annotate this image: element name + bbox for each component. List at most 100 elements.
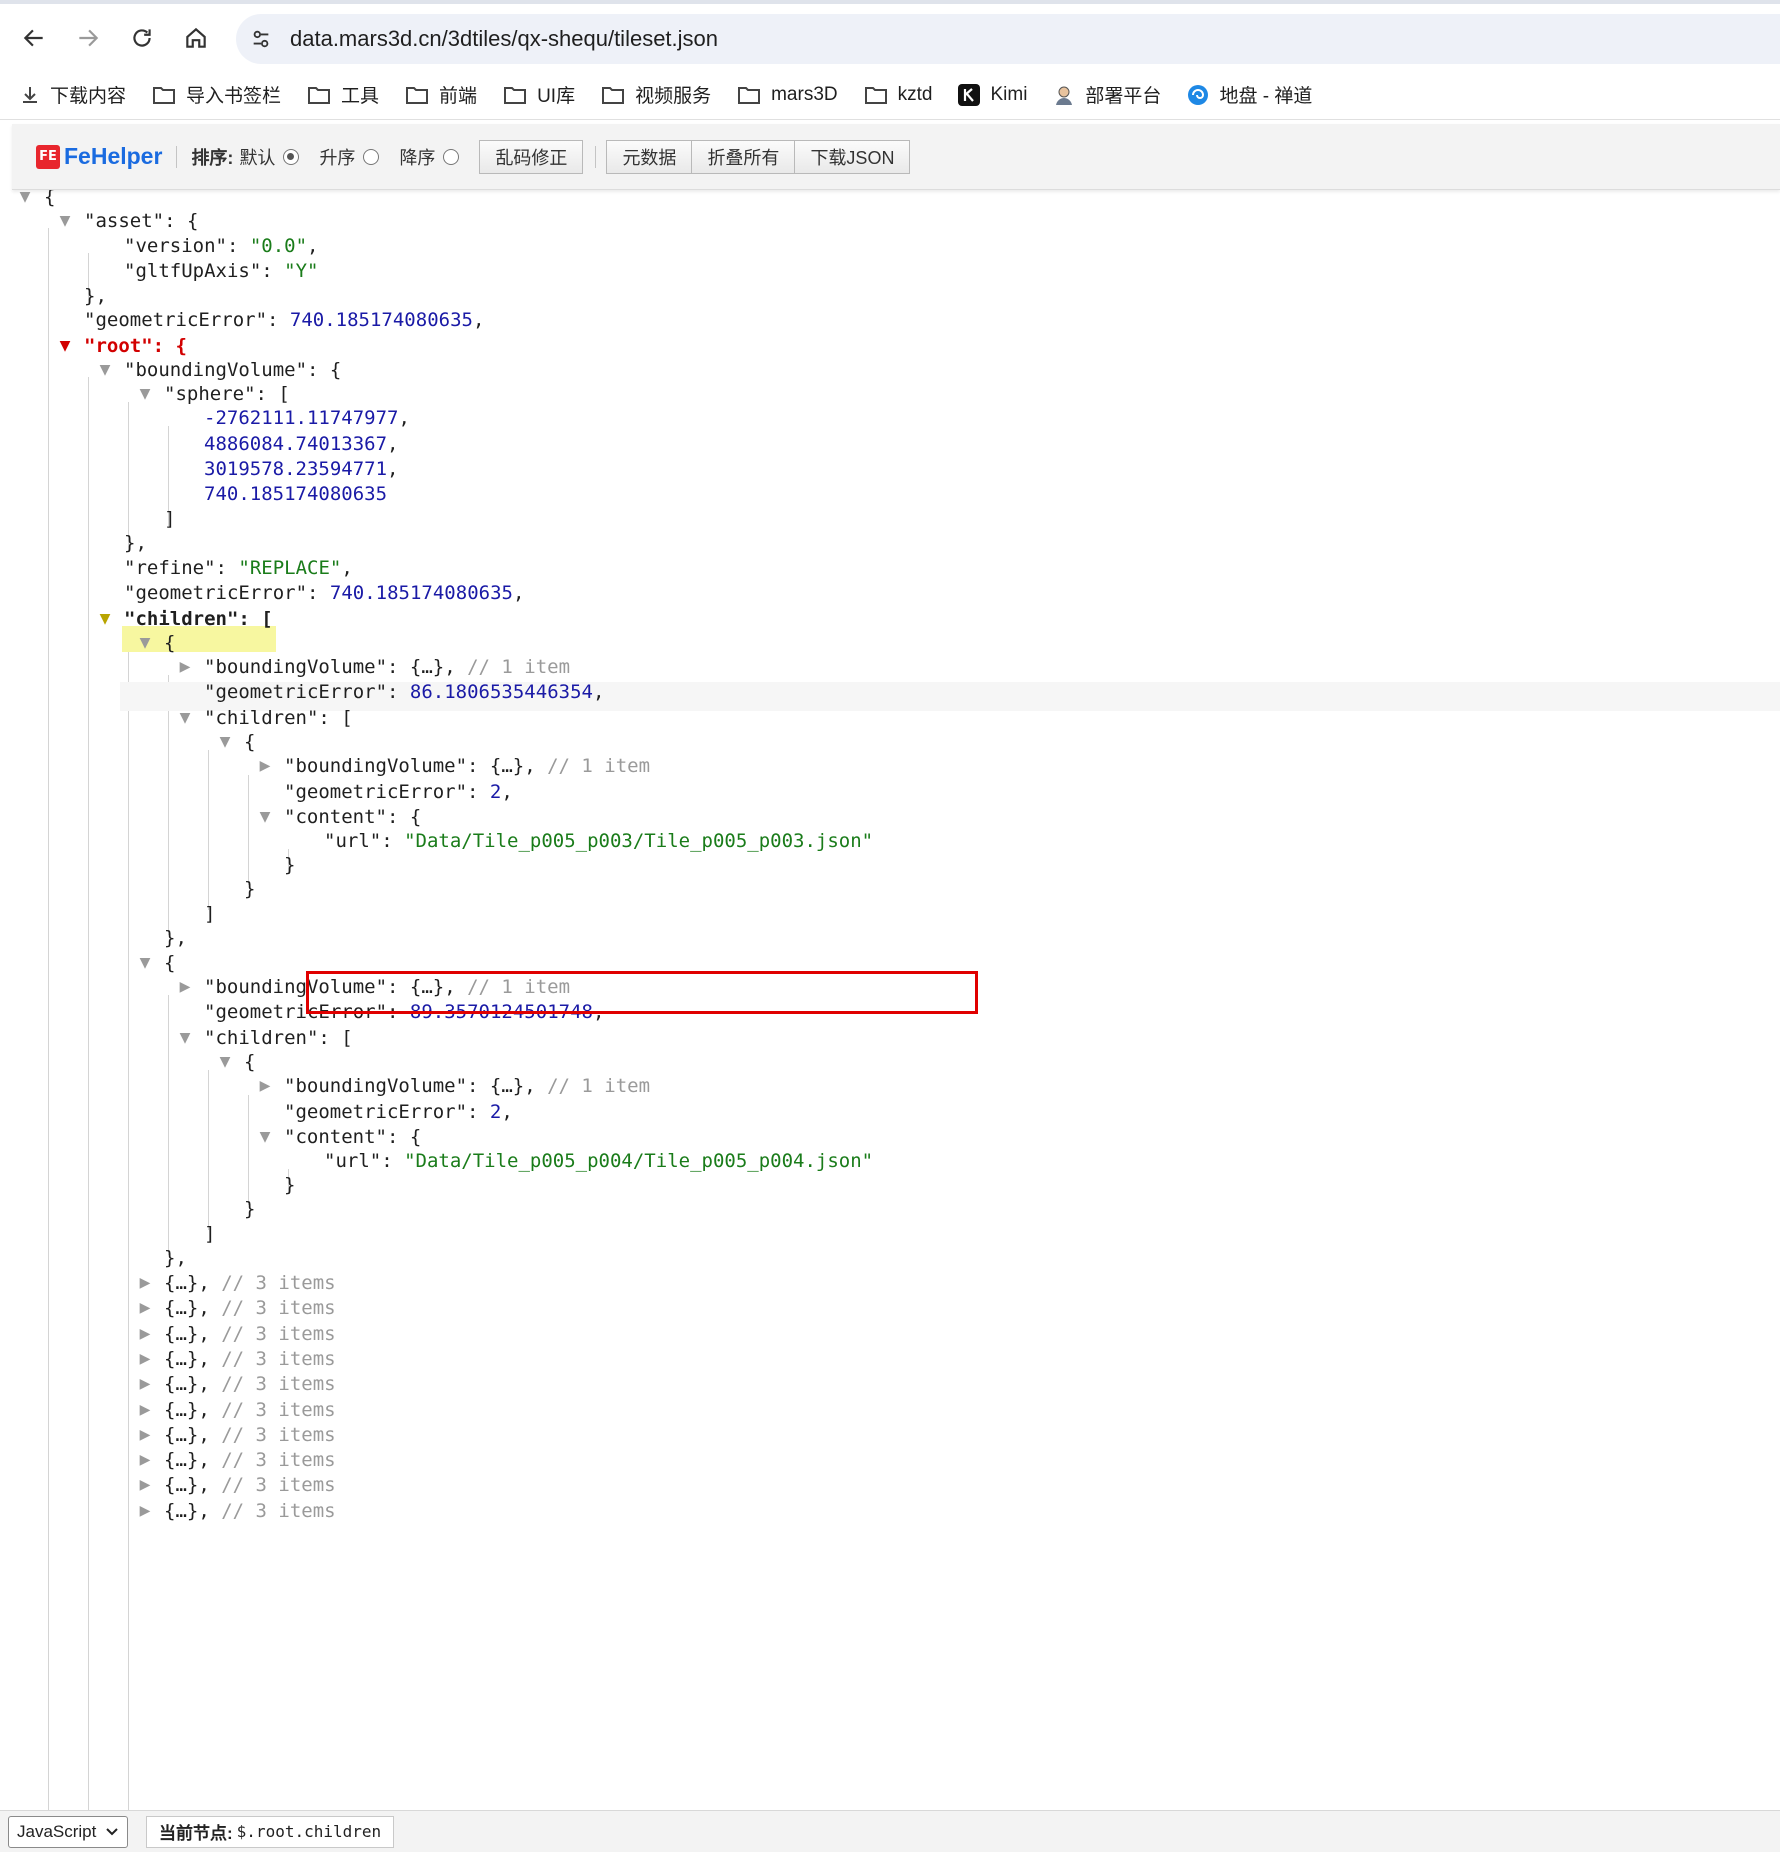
json-comment: // 3 items bbox=[221, 1297, 336, 1319]
collapse-toggle-icon[interactable]: ▼ bbox=[136, 380, 154, 409]
json-comment: // 3 items bbox=[221, 1272, 336, 1294]
address-url[interactable]: data.mars3d.cn/3dtiles/qx-shequ/tileset.… bbox=[290, 26, 718, 52]
collapse-toggle-icon[interactable]: ▼ bbox=[176, 704, 194, 733]
expand-toggle-icon[interactable]: ▶ bbox=[256, 1072, 274, 1101]
expand-toggle-icon[interactable]: ▶ bbox=[136, 1370, 154, 1399]
json-comment: // 3 items bbox=[221, 1500, 336, 1522]
json-number-value: 740.185174080635 bbox=[329, 582, 513, 604]
bookmark-video[interactable]: 视频服务 bbox=[601, 81, 711, 108]
collapse-toggle-icon[interactable]: ▼ bbox=[216, 1048, 234, 1077]
bookmark-kztd[interactable]: kztd bbox=[864, 84, 932, 106]
radio-unchecked-icon bbox=[443, 148, 460, 165]
bookmark-import[interactable]: 导入书签栏 bbox=[152, 81, 281, 108]
collapse-toggle-icon[interactable]: ▼ bbox=[96, 356, 114, 385]
address-bar[interactable]: data.mars3d.cn/3dtiles/qx-shequ/tileset.… bbox=[236, 14, 1780, 64]
indent-guide bbox=[208, 750, 209, 910]
bookmark-label: 前端 bbox=[439, 86, 478, 107]
bookmark-label: UI库 bbox=[537, 86, 576, 107]
json-line: "url": "Data/Tile_p005_p004/Tile_p005_p0… bbox=[324, 1150, 874, 1172]
bookmark-kimi[interactable]: Kimi bbox=[958, 83, 1027, 106]
expand-toggle-icon[interactable]: ▶ bbox=[136, 1294, 154, 1323]
bookmark-ui-lib[interactable]: UI库 bbox=[503, 81, 575, 108]
collapse-toggle-icon[interactable]: ▼ bbox=[16, 190, 34, 212]
json-line: } bbox=[244, 878, 256, 900]
indent-guide bbox=[88, 377, 89, 1810]
json-comment: // 1 item bbox=[547, 755, 651, 777]
expand-toggle-icon[interactable]: ▶ bbox=[136, 1471, 154, 1500]
sort-desc-radio[interactable]: 降序 bbox=[399, 144, 460, 170]
bookmark-deploy[interactable]: 部署平台 bbox=[1053, 81, 1161, 108]
home-button[interactable] bbox=[176, 18, 216, 58]
bookmark-downloads[interactable]: 下载内容 bbox=[20, 81, 126, 108]
collapse-toggle-icon[interactable]: ▼ bbox=[136, 949, 154, 978]
json-comment: // 3 items bbox=[221, 1449, 336, 1471]
json-number-value: 2 bbox=[489, 1101, 502, 1123]
site-info-icon[interactable] bbox=[236, 14, 286, 64]
folder-icon bbox=[307, 85, 331, 105]
fehelper-logo-name: FeHelper bbox=[64, 143, 163, 169]
collapse-toggle-icon[interactable]: ▼ bbox=[256, 803, 274, 832]
bookmark-label: 下载内容 bbox=[50, 86, 127, 107]
bookmark-tools[interactable]: 工具 bbox=[307, 81, 379, 108]
sort-desc-label: 降序 bbox=[399, 147, 436, 168]
json-line: -2762111.11747977, bbox=[204, 407, 410, 429]
collapse-toggle-icon[interactable]: ▼ bbox=[56, 207, 74, 236]
json-line: ] bbox=[164, 508, 176, 530]
json-line: ] bbox=[204, 903, 216, 925]
expand-toggle-icon[interactable]: ▶ bbox=[256, 752, 274, 781]
indent-guide bbox=[128, 650, 129, 1810]
metadata-button[interactable]: 元数据 bbox=[606, 139, 693, 174]
avatar-icon bbox=[1053, 84, 1075, 106]
folder-icon bbox=[503, 85, 527, 105]
reload-button[interactable] bbox=[122, 18, 162, 58]
collapse-toggle-icon[interactable]: ▼ bbox=[96, 605, 114, 634]
bookmark-mars3d[interactable]: mars3D bbox=[737, 84, 838, 106]
collapse-toggle-icon[interactable]: ▼ bbox=[256, 1123, 274, 1152]
sort-label: 排序: bbox=[191, 147, 234, 168]
collapsed-object-line[interactable]: {…}, // 3 items bbox=[164, 1370, 336, 1399]
collapse-toggle-icon[interactable]: ▼ bbox=[216, 728, 234, 757]
fix-encoding-button[interactable]: 乱码修正 bbox=[479, 139, 584, 174]
expand-toggle-icon[interactable]: ▶ bbox=[176, 973, 194, 1002]
fehelper-logo[interactable]: FE FeHelper bbox=[36, 143, 162, 170]
collapsed-object-line[interactable]: {…}, // 3 items bbox=[164, 1497, 336, 1526]
back-button[interactable] bbox=[14, 18, 54, 58]
language-select[interactable]: JavaScript bbox=[8, 1815, 128, 1848]
json-comment: // 3 items bbox=[221, 1323, 336, 1345]
kimi-icon bbox=[958, 83, 981, 106]
bookmark-frontend[interactable]: 前端 bbox=[405, 81, 477, 108]
collapse-toggle-icon[interactable]: ▼ bbox=[56, 332, 74, 361]
radio-unchecked-icon bbox=[363, 148, 380, 165]
json-line: { bbox=[164, 632, 176, 654]
json-number-value: -2762111.11747977 bbox=[204, 407, 399, 429]
sort-asc-radio[interactable]: 升序 bbox=[319, 144, 380, 170]
folder-icon bbox=[737, 85, 761, 105]
folder-icon bbox=[152, 85, 176, 105]
bookmark-label: mars3D bbox=[771, 83, 838, 105]
collapsed-object-line[interactable]: {…}, // 3 items bbox=[164, 1471, 336, 1500]
language-select-value: JavaScript bbox=[17, 1821, 97, 1841]
json-line: "url": "Data/Tile_p005_p003/Tile_p005_p0… bbox=[324, 830, 874, 852]
collapsed-object-line[interactable]: {…}, // 3 items bbox=[164, 1294, 336, 1323]
bookmark-zentao[interactable]: 地盘 - 禅道 bbox=[1187, 81, 1312, 108]
collapse-toggle-icon[interactable]: ▼ bbox=[136, 629, 154, 658]
forward-button[interactable] bbox=[68, 18, 108, 58]
sort-asc-label: 升序 bbox=[319, 147, 356, 168]
action-button-group: 元数据 折叠所有 下载JSON bbox=[606, 139, 911, 174]
bookmarks-bar: 下载内容 导入书签栏 工具 前端 UI库 视频服务 mars3D kztd Ki… bbox=[0, 70, 1780, 120]
collapse-toggle-icon[interactable]: ▼ bbox=[176, 1024, 194, 1053]
download-json-button[interactable]: 下载JSON bbox=[795, 139, 911, 174]
json-line: { bbox=[244, 731, 256, 753]
json-line: "geometricError": 740.185174080635, bbox=[124, 582, 525, 604]
browser-navbar: data.mars3d.cn/3dtiles/qx-shequ/tileset.… bbox=[0, 4, 1780, 70]
json-number-value: 740.185174080635 bbox=[289, 309, 473, 331]
json-line: "boundingVolume": {…}, // 1 item bbox=[284, 755, 651, 777]
json-line: { bbox=[244, 1051, 256, 1073]
expand-toggle-icon[interactable]: ▶ bbox=[136, 1497, 154, 1526]
expand-toggle-icon[interactable]: ▶ bbox=[176, 653, 194, 682]
bookmark-label: 地盘 - 禅道 bbox=[1219, 86, 1313, 107]
collapse-all-button[interactable]: 折叠所有 bbox=[692, 139, 796, 174]
json-viewer: ▼ { ▼ "asset": { "version": "0.0", "gltf… bbox=[0, 190, 1780, 1810]
sort-default-radio[interactable]: 默认 bbox=[239, 144, 300, 170]
folder-icon bbox=[601, 85, 625, 105]
